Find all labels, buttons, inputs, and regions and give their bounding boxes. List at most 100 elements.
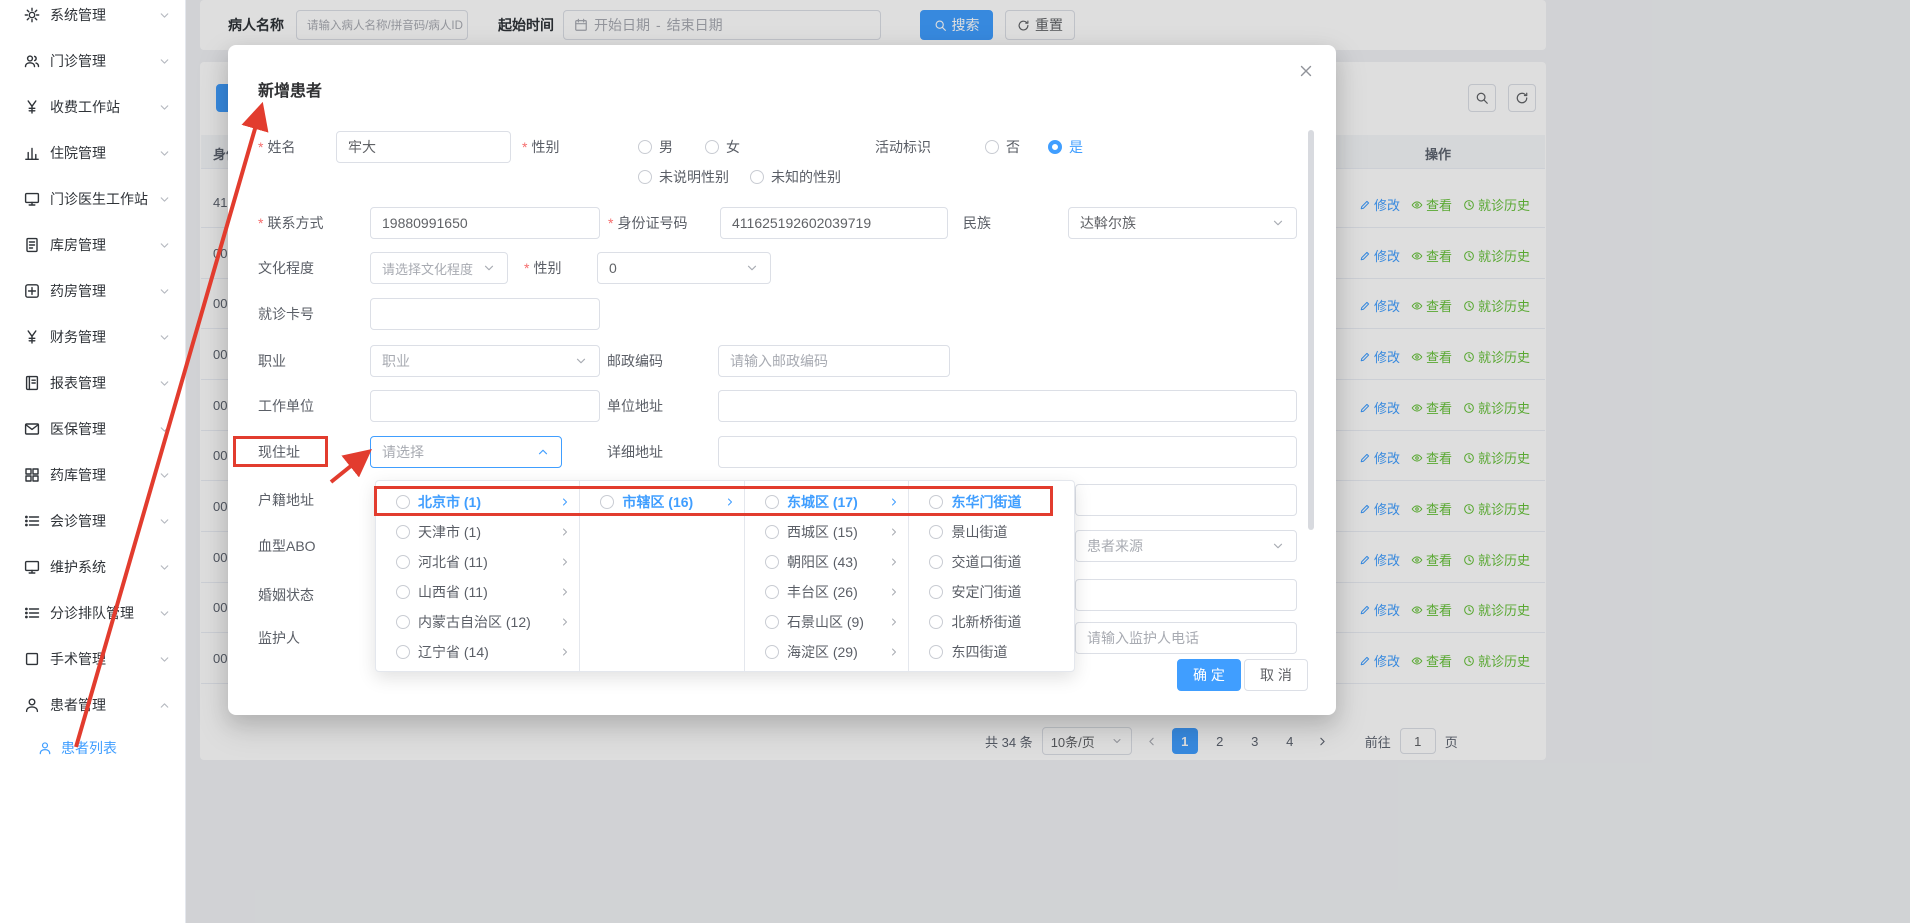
visit-card-input[interactable] (370, 298, 600, 330)
radio-circle-icon (765, 645, 779, 659)
occupation-placeholder: 职业 (382, 351, 568, 371)
sidebar-item-medical-insurance-mgmt[interactable]: 医保管理 (0, 406, 185, 452)
cascader-option-label: 山西省 (11) (418, 582, 551, 602)
cascader-option-shanxi[interactable]: 山西省 (11) (376, 577, 579, 607)
radio-circle-icon (750, 170, 764, 184)
cascader-option-hebei[interactable]: 河北省 (11) (376, 547, 579, 577)
active-flag-radio-yes[interactable]: 是 (1048, 131, 1083, 163)
gender-code-select[interactable]: 0 (597, 252, 771, 284)
cascader-option-dongsi[interactable]: 东四街道 (909, 637, 1074, 667)
active-flag-radio-no[interactable]: 否 (985, 131, 1020, 163)
cascader-option-beijing[interactable]: 北京市 (1) (376, 487, 579, 517)
gender-radio-unspecified[interactable]: 未说明性别 (638, 161, 729, 193)
sidebar-item-triage-queue-mgmt[interactable]: 分诊排队管理 (0, 590, 185, 636)
postal-code-input[interactable]: 请输入邮政编码 (718, 345, 950, 377)
cascader-option-shixiaqu[interactable]: 市辖区 (16) (580, 487, 744, 517)
cascader-option-neimenggu[interactable]: 内蒙古自治区 (12) (376, 607, 579, 637)
guardian-phone-input[interactable]: 请输入监护人电话 (1075, 622, 1297, 654)
cascader-option-label: 北京市 (1) (418, 492, 551, 512)
yen-icon (24, 329, 40, 345)
gender-radio-female[interactable]: 女 (705, 131, 740, 163)
chevron-right-icon (888, 496, 900, 508)
marital-status-right-input[interactable] (1075, 579, 1297, 611)
chevron-right-icon (559, 586, 571, 598)
modal-close-button[interactable] (1294, 59, 1318, 83)
sidebar-item-charge-workstation[interactable]: 收费工作站 (0, 84, 185, 130)
education-select[interactable]: 请选择文化程度 (370, 252, 508, 284)
cancel-button[interactable]: 取 消 (1244, 659, 1308, 691)
household-address-right-input[interactable] (1075, 484, 1297, 516)
chevron-down-icon (158, 607, 171, 620)
sidebar-item-outpatient-mgmt[interactable]: 门诊管理 (0, 38, 185, 84)
occupation-select[interactable]: 职业 (370, 345, 600, 377)
gender-radio-male[interactable]: 男 (638, 131, 673, 163)
cascader-option-shijingshan[interactable]: 石景山区 (9) (745, 607, 909, 637)
sidebar-item-patient-list[interactable]: 患者列表 (0, 728, 185, 768)
work-unit-input[interactable] (370, 390, 600, 422)
cascader-option-jingshan[interactable]: 景山街道 (909, 517, 1074, 547)
cascader-option-fengtai[interactable]: 丰台区 (26) (745, 577, 909, 607)
sidebar-item-inpatient-mgmt[interactable]: 住院管理 (0, 130, 185, 176)
monitor-icon (24, 559, 40, 575)
ethnicity-select[interactable]: 达斡尔族 (1068, 207, 1297, 239)
chevron-right-icon (559, 526, 571, 538)
id-number-value: 411625192602039719 (732, 215, 936, 231)
cascader-option-liaoning[interactable]: 辽宁省 (14) (376, 637, 579, 667)
sidebar-item-pharmacy-mgmt[interactable]: 药房管理 (0, 268, 185, 314)
sidebar-item-outpatient-doctor-workstation[interactable]: 门诊医生工作站 (0, 176, 185, 222)
household-address-label: 户籍地址 (258, 484, 314, 516)
postal-code-label: 邮政编码 (607, 345, 663, 377)
chevron-down-icon (158, 653, 171, 666)
sidebar-item-maintenance-system[interactable]: 维护系统 (0, 544, 185, 590)
chevron-down-icon (482, 261, 496, 275)
cascader-option-label: 东华门街道 (951, 492, 1066, 512)
cascader-option-chaoyang[interactable]: 朝阳区 (43) (745, 547, 909, 577)
cascader-option-dongcheng[interactable]: 东城区 (17) (745, 487, 909, 517)
chevron-up-icon (536, 445, 550, 459)
chevron-right-icon (888, 526, 900, 538)
cascader-option-donghuamen[interactable]: 东华门街道 (909, 487, 1074, 517)
chevron-down-icon (158, 239, 171, 252)
sidebar-item-finance-mgmt[interactable]: 财务管理 (0, 314, 185, 360)
sidebar-item-surgery-mgmt[interactable]: 手术管理 (0, 636, 185, 682)
sidebar-item-system-mgmt[interactable]: 系统管理 (0, 0, 185, 38)
cascader-column-province: 北京市 (1) 天津市 (1) 河北省 (11) 山西省 (11) 内蒙古自治区… (376, 481, 580, 671)
radio-label: 女 (726, 137, 740, 157)
contact-input[interactable]: 19880991650 (370, 207, 600, 239)
sidebar-item-label: 收费工作站 (50, 97, 148, 117)
sidebar-item-label: 会诊管理 (50, 511, 148, 531)
id-number-input[interactable]: 411625192602039719 (720, 207, 948, 239)
modal-scrollbar[interactable] (1308, 130, 1314, 530)
sidebar-item-patient-mgmt[interactable]: 患者管理 (0, 682, 185, 728)
postal-code-placeholder: 请输入邮政编码 (730, 351, 938, 371)
cascader-option-label: 北新桥街道 (951, 612, 1066, 632)
work-address-input[interactable] (718, 390, 1297, 422)
current-address-cascader-select[interactable]: 请选择 (370, 436, 562, 468)
radio-circle-icon (765, 585, 779, 599)
sidebar-item-report-mgmt[interactable]: 报表管理 (0, 360, 185, 406)
gender-radio-unknown[interactable]: 未知的性别 (750, 161, 841, 193)
cascader-option-jiaodaokou[interactable]: 交道口街道 (909, 547, 1074, 577)
detail-address-input[interactable] (718, 436, 1297, 468)
patient-source-select[interactable]: 患者来源 (1075, 530, 1297, 562)
list-icon (24, 513, 40, 529)
notebook-icon (24, 375, 40, 391)
cascader-option-tianjin[interactable]: 天津市 (1) (376, 517, 579, 547)
radio-circle-icon (638, 170, 652, 184)
confirm-button[interactable]: 确 定 (1177, 659, 1241, 691)
cascader-option-label: 西城区 (15) (787, 522, 881, 542)
cascader-option-andingmen[interactable]: 安定门街道 (909, 577, 1074, 607)
sidebar-item-drug-storage-mgmt[interactable]: 药库管理 (0, 452, 185, 498)
sidebar-item-warehouse-mgmt[interactable]: 库房管理 (0, 222, 185, 268)
modal-title: 新增患者 (258, 77, 322, 101)
cascader-option-xicheng[interactable]: 西城区 (15) (745, 517, 909, 547)
sidebar-item-label: 患者管理 (50, 695, 148, 715)
cascader-option-haidian[interactable]: 海淀区 (29) (745, 637, 909, 667)
cascader-option-label: 河北省 (11) (418, 552, 551, 572)
radio-circle-icon (396, 615, 410, 629)
radio-circle-icon (929, 495, 943, 509)
cascader-option-beixinqiao[interactable]: 北新桥街道 (909, 607, 1074, 637)
sidebar-item-consultation-mgmt[interactable]: 会诊管理 (0, 498, 185, 544)
name-input[interactable]: 牢大 (336, 131, 511, 163)
radio-circle-icon (1048, 140, 1062, 154)
